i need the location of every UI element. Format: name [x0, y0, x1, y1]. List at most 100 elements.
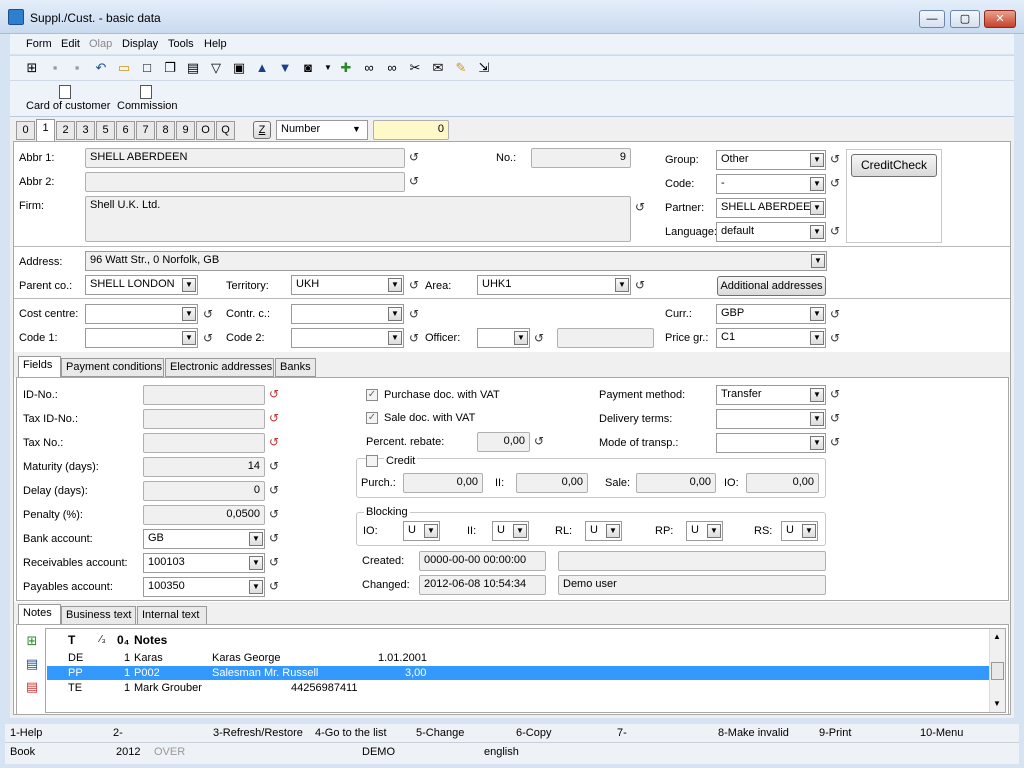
cell-note-a[interactable]: P002	[134, 667, 160, 679]
reset-icon[interactable]: ↺	[409, 307, 419, 321]
sale-input[interactable]: 0,00	[636, 473, 716, 493]
chevron-down-icon[interactable]: ▼	[182, 307, 196, 321]
cell-type[interactable]: DE	[68, 652, 83, 664]
reset-icon[interactable]: ↺	[534, 434, 544, 448]
address-select[interactable]: 96 Watt Str., 0 Norfolk, GB	[85, 251, 827, 271]
save-icon[interactable]: ▪	[47, 60, 63, 76]
delay-input[interactable]: 0	[143, 481, 265, 501]
chevron-down-icon[interactable]: ▼	[810, 177, 824, 191]
copy-icon[interactable]: ❐	[162, 60, 178, 76]
penalty-input[interactable]: 0,0500	[143, 505, 265, 525]
reset-icon[interactable]: ↺	[830, 224, 840, 238]
cell-note-c[interactable]: 3,00	[405, 667, 426, 679]
rebate-input[interactable]: 0,00	[477, 432, 530, 452]
chevron-down-icon[interactable]: ▼	[810, 307, 824, 321]
reset-icon[interactable]: ↺	[203, 331, 213, 345]
cell-note-a[interactable]: Mark Grouber	[134, 682, 202, 694]
tab-1[interactable]: 1	[36, 119, 55, 141]
document-filter-icon[interactable]: ▣	[231, 60, 247, 76]
fkey-3[interactable]: 3-Refresh/Restore	[213, 727, 303, 739]
arrow-down-icon[interactable]: ▼	[277, 60, 293, 76]
tax-no-input[interactable]	[143, 433, 265, 453]
sort-value-input[interactable]: 0	[373, 120, 449, 140]
chevron-down-icon[interactable]: ▼	[388, 331, 402, 345]
new-document-icon[interactable]: □	[139, 60, 155, 76]
reset-icon[interactable]: ↺	[269, 459, 279, 473]
filter-icon[interactable]: ▽	[208, 60, 224, 76]
menu-edit[interactable]: Edit	[61, 38, 80, 50]
tab-internal-text[interactable]: Internal text	[137, 606, 207, 625]
tab-6[interactable]: 6	[116, 121, 135, 140]
reset-icon[interactable]: ↺	[830, 176, 840, 190]
chevron-down-icon[interactable]: ▼	[802, 524, 816, 538]
reset-icon[interactable]: ↺	[830, 152, 840, 166]
bank-account-select[interactable]: GB	[143, 529, 265, 549]
reset-icon[interactable]: ↺	[203, 307, 213, 321]
fkey-8[interactable]: 8-Make invalid	[718, 727, 789, 739]
find-next-icon[interactable]: ∞	[384, 60, 400, 76]
tab-o[interactable]: O	[196, 121, 215, 140]
chevron-down-icon[interactable]: ▼	[249, 532, 263, 546]
fkey-5[interactable]: 5-Change	[416, 727, 464, 739]
cell-number[interactable]: 1	[124, 667, 130, 679]
reset-icon[interactable]: ↺	[269, 507, 279, 521]
reset-icon[interactable]: ↺	[830, 435, 840, 449]
receivables-select[interactable]: 100103	[143, 553, 265, 573]
reset-icon[interactable]: ↺	[269, 435, 279, 449]
reset-icon[interactable]: ↺	[830, 411, 840, 425]
chevron-down-icon[interactable]: ▼	[615, 278, 629, 292]
id-no-input[interactable]	[143, 385, 265, 405]
chevron-down-icon[interactable]: ▼	[707, 524, 721, 538]
reset-icon[interactable]: ↺	[269, 579, 279, 593]
tab-electronic-addresses[interactable]: Electronic addresses	[165, 358, 274, 377]
tab-9[interactable]: 9	[176, 121, 195, 140]
reset-icon[interactable]: ↺	[635, 200, 645, 214]
chevron-down-icon[interactable]: ▼	[182, 278, 196, 292]
chevron-down-icon[interactable]: ▼	[810, 201, 824, 215]
reset-icon[interactable]: ↺	[635, 278, 645, 292]
chevron-down-icon[interactable]: ▼	[249, 556, 263, 570]
delete-note-icon[interactable]: ▤	[24, 679, 40, 695]
reset-icon[interactable]: ↺	[830, 307, 840, 321]
col-header-t[interactable]: T	[68, 633, 75, 647]
chevron-down-icon[interactable]: ▼	[810, 412, 824, 426]
tab-3[interactable]: 3	[76, 121, 95, 140]
fkey-4[interactable]: 4-Go to the list	[315, 727, 387, 739]
sort-z-button[interactable]: Z	[253, 121, 271, 139]
cell-number[interactable]: 1	[124, 682, 130, 694]
chevron-down-icon[interactable]: ▼	[811, 254, 825, 268]
tools-icon[interactable]: ✂	[407, 60, 423, 76]
fkey-9[interactable]: 9-Print	[819, 727, 851, 739]
purchase-vat-checkbox[interactable]: ✓	[366, 389, 378, 401]
camera-icon[interactable]: ◙	[300, 60, 316, 76]
tab-2[interactable]: 2	[56, 121, 75, 140]
reset-icon[interactable]: ↺	[830, 387, 840, 401]
reset-icon[interactable]: ↺	[269, 483, 279, 497]
card-of-customer-button[interactable]: Card of customer	[26, 100, 110, 112]
abbr1-input[interactable]: SHELL ABERDEEN	[85, 148, 405, 168]
firm-input[interactable]: Shell U.K. Ltd.	[85, 196, 631, 242]
abbr2-input[interactable]	[85, 172, 405, 192]
chevron-down-icon[interactable]: ▼	[249, 580, 263, 594]
col-header-notes[interactable]: Notes	[134, 633, 167, 647]
minimize-button[interactable]: —	[919, 10, 945, 28]
tab-payment-conditions[interactable]: Payment conditions	[61, 358, 164, 377]
fkey-10[interactable]: 10-Menu	[920, 727, 963, 739]
mail-icon[interactable]: ✉	[430, 60, 446, 76]
open-folder-icon[interactable]: ▭	[116, 60, 132, 76]
tab-fields[interactable]: Fields	[18, 356, 61, 378]
io-input[interactable]: 0,00	[746, 473, 819, 493]
close-button[interactable]: ✕	[984, 10, 1016, 28]
edit-icon[interactable]: ✎	[453, 60, 469, 76]
fkey-1[interactable]: 1-Help	[10, 727, 42, 739]
refresh-icon[interactable]: ✚	[338, 60, 354, 76]
menu-display[interactable]: Display	[122, 38, 158, 50]
binoculars-icon[interactable]: ∞	[361, 60, 377, 76]
reset-icon[interactable]: ↺	[269, 411, 279, 425]
scroll-up-icon[interactable]: ▲	[993, 632, 1001, 641]
col-header-3[interactable]: 0₄	[117, 633, 129, 647]
reset-icon[interactable]: ↺	[534, 331, 544, 345]
chevron-down-icon[interactable]: ▼	[514, 331, 528, 345]
cell-note-a[interactable]: Karas	[134, 652, 163, 664]
chevron-down-icon[interactable]: ▼	[606, 524, 620, 538]
